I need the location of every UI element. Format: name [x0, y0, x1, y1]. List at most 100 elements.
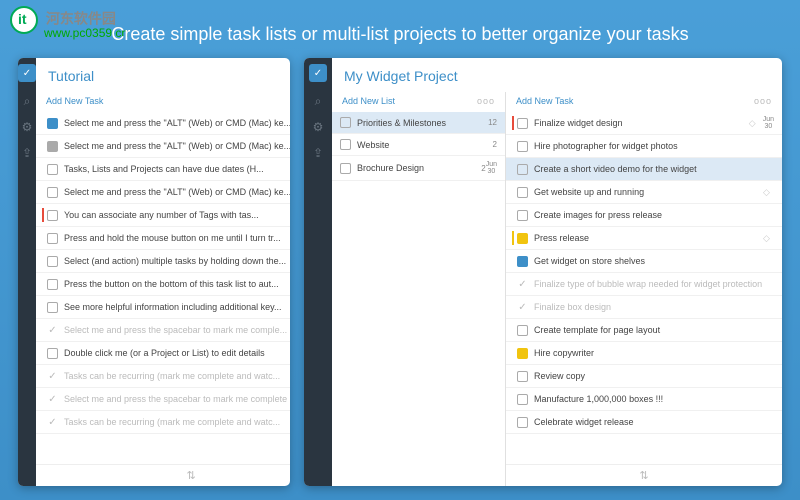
- checkbox[interactable]: [517, 371, 528, 382]
- list-row[interactable]: Website2: [332, 134, 505, 156]
- checkbox[interactable]: [517, 256, 528, 267]
- task-row[interactable]: ✓Select me and press the spacebar to mar…: [36, 388, 290, 411]
- task-row[interactable]: Select me and press the "ALT" (Web) or C…: [36, 181, 290, 204]
- task-row[interactable]: Tasks, Lists and Projects can have due d…: [36, 158, 290, 181]
- priority-bar: [512, 185, 514, 199]
- task-text: Review copy: [534, 371, 774, 381]
- app-icon[interactable]: ✓: [309, 64, 327, 82]
- add-task-link[interactable]: Add New Task: [46, 96, 103, 106]
- add-list-link[interactable]: Add New List: [342, 96, 395, 106]
- share-icon[interactable]: ⇪: [311, 146, 325, 160]
- priority-bar: [512, 300, 514, 314]
- sort-icon[interactable]: ⇅: [506, 464, 782, 486]
- task-list-right[interactable]: Finalize widget design◇Jun30Hire photogr…: [506, 112, 782, 464]
- checkbox[interactable]: [517, 210, 528, 221]
- task-row[interactable]: Hire photographer for widget photos: [506, 135, 782, 158]
- checkmark-icon[interactable]: ✓: [517, 302, 528, 313]
- priority-bar: [512, 277, 514, 291]
- checkbox[interactable]: [340, 139, 351, 150]
- checkbox[interactable]: [47, 348, 58, 359]
- search-icon[interactable]: ⌕: [20, 94, 34, 108]
- task-row[interactable]: Create a short video demo for the widget: [506, 158, 782, 181]
- task-row[interactable]: Review copy: [506, 365, 782, 388]
- list-row[interactable]: Brochure Design2Jun30: [332, 156, 505, 181]
- task-row[interactable]: ✓Finalize box design: [506, 296, 782, 319]
- content-right: My Widget Project Add New List ooo Prior…: [332, 58, 782, 486]
- checkbox[interactable]: [47, 279, 58, 290]
- task-row[interactable]: Finalize widget design◇Jun30: [506, 112, 782, 135]
- menu-dots-icon[interactable]: ooo: [477, 96, 495, 106]
- checkbox[interactable]: [47, 210, 58, 221]
- app-icon[interactable]: ✓: [18, 64, 36, 82]
- tag-icon[interactable]: ◇: [749, 118, 760, 129]
- window-project: ✓ ⌕ ⚙ ⇪ My Widget Project Add New List o…: [304, 58, 782, 486]
- task-row[interactable]: Hire copywriter: [506, 342, 782, 365]
- tag-icon[interactable]: ◇: [763, 233, 774, 244]
- checkbox[interactable]: [47, 164, 58, 175]
- task-text: Select me and press the spacebar to mark…: [64, 325, 290, 335]
- priority-bar: [42, 208, 44, 222]
- task-row[interactable]: ✓Tasks can be recurring (mark me complet…: [36, 365, 290, 388]
- checkbox[interactable]: [517, 141, 528, 152]
- task-row[interactable]: ✓Finalize type of bubble wrap needed for…: [506, 273, 782, 296]
- checkbox[interactable]: [47, 141, 58, 152]
- task-row[interactable]: Double click me (or a Project or List) t…: [36, 342, 290, 365]
- task-row[interactable]: Create template for page layout: [506, 319, 782, 342]
- task-row[interactable]: Press and hold the mouse button on me un…: [36, 227, 290, 250]
- task-row[interactable]: ✓ Select me and press the spacebar to mar…: [36, 319, 290, 342]
- priority-bar: [512, 254, 514, 268]
- checkbox[interactable]: [47, 118, 58, 129]
- task-row[interactable]: Create images for press release: [506, 204, 782, 227]
- task-text: Manufacture 1,000,000 boxes !!!: [534, 394, 774, 404]
- checkbox[interactable]: [517, 118, 528, 129]
- task-text: Create images for press release: [534, 210, 774, 220]
- checkmark-icon[interactable]: ✓: [47, 371, 58, 382]
- checkbox[interactable]: [517, 394, 528, 405]
- checkbox[interactable]: [517, 164, 528, 175]
- gear-icon[interactable]: ⚙: [20, 120, 34, 134]
- checkbox[interactable]: [47, 302, 58, 313]
- task-row[interactable]: Select me and press the "ALT" (Web) or C…: [36, 135, 290, 158]
- gear-icon[interactable]: ⚙: [311, 120, 325, 134]
- checkmark-icon[interactable]: ✓: [47, 394, 58, 405]
- tag-icon[interactable]: ◇: [763, 187, 774, 198]
- menu-dots-icon[interactable]: ooo: [754, 96, 772, 106]
- priority-bar: [512, 139, 514, 153]
- task-row[interactable]: Press the button on the bottom of this t…: [36, 273, 290, 296]
- columns: Add New List ooo Priorities & Milestones…: [332, 92, 782, 486]
- task-text: Create template for page layout: [534, 325, 774, 335]
- checkmark-icon[interactable]: ✓: [47, 417, 58, 428]
- checkbox[interactable]: [517, 417, 528, 428]
- checkbox[interactable]: [340, 117, 351, 128]
- checkbox[interactable]: [47, 233, 58, 244]
- task-row[interactable]: Celebrate widget release: [506, 411, 782, 434]
- share-icon[interactable]: ⇪: [20, 146, 34, 160]
- checkmark-icon[interactable]: ✓: [517, 279, 528, 290]
- task-row[interactable]: ✓Tasks can be recurring (mark me complet…: [36, 411, 290, 434]
- priority-bar: [512, 231, 514, 245]
- priority-bar: [512, 392, 514, 406]
- task-row[interactable]: Select (and action) multiple tasks by ho…: [36, 250, 290, 273]
- task-list-left[interactable]: Select me and press the "ALT" (Web) or C…: [36, 112, 290, 464]
- checkbox[interactable]: [517, 325, 528, 336]
- checkbox[interactable]: [517, 187, 528, 198]
- task-row[interactable]: Press release◇: [506, 227, 782, 250]
- headline: Create simple task lists or multi-list p…: [0, 24, 800, 45]
- sort-icon[interactable]: ⇅: [36, 464, 290, 486]
- checkbox[interactable]: [517, 233, 528, 244]
- checkbox[interactable]: [517, 348, 528, 359]
- checkbox[interactable]: [47, 256, 58, 267]
- checkmark-icon[interactable]: ✓: [47, 325, 58, 336]
- list-row[interactable]: Priorities & Milestones12: [332, 112, 505, 134]
- task-row[interactable]: Manufacture 1,000,000 boxes !!!: [506, 388, 782, 411]
- task-row[interactable]: See more helpful information including a…: [36, 296, 290, 319]
- add-task-link[interactable]: Add New Task: [516, 96, 573, 106]
- lists-scroll[interactable]: Priorities & Milestones12Website2Brochur…: [332, 112, 505, 486]
- task-row[interactable]: Get widget on store shelves: [506, 250, 782, 273]
- checkbox[interactable]: [340, 163, 351, 174]
- search-icon[interactable]: ⌕: [311, 94, 325, 108]
- checkbox[interactable]: [47, 187, 58, 198]
- task-row[interactable]: Get website up and running◇: [506, 181, 782, 204]
- task-row[interactable]: Select me and press the "ALT" (Web) or C…: [36, 112, 290, 135]
- task-row[interactable]: You can associate any number of Tags wit…: [36, 204, 290, 227]
